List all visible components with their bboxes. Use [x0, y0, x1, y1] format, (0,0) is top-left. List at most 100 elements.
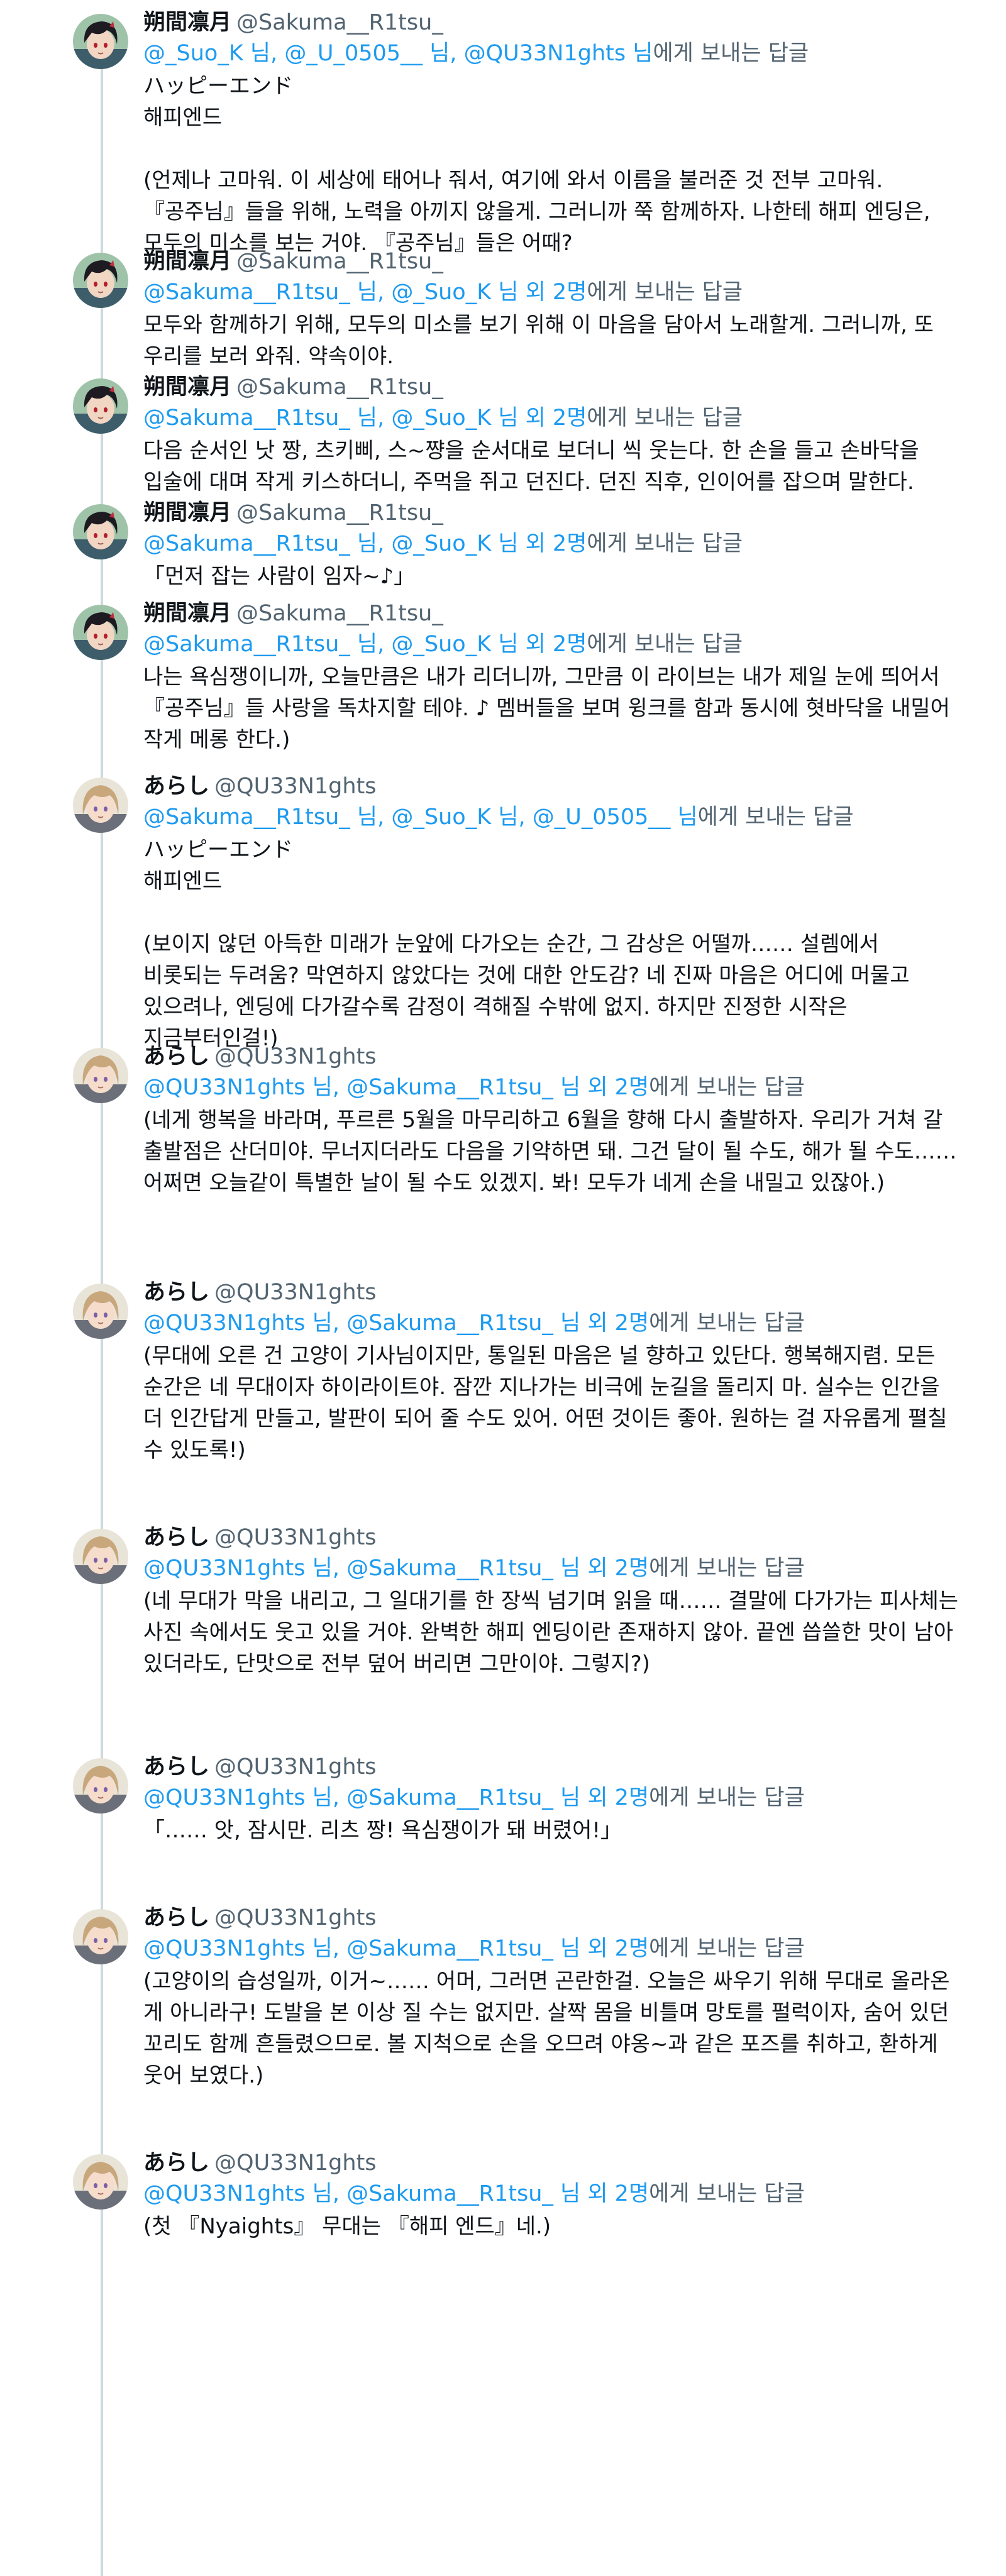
tweet-text: 「먼저 잡는 사람이 임자~♪」	[143, 564, 416, 589]
tweet-header: あらし @QU33N1ghts	[143, 1277, 961, 1307]
tweet-body: あらし @QU33N1ghts @Sakuma__R1tsu_ 님, @_Suo_…	[143, 771, 961, 1054]
display-name[interactable]: あらし	[143, 2150, 209, 2176]
reply-mentions[interactable]: @Sakuma__R1tsu_ 님, @_Suo_K 님 외 2명	[143, 632, 587, 657]
reply-mentions[interactable]: @Sakuma__R1tsu_ 님, @_Suo_K 님 외 2명	[143, 405, 587, 431]
reply-suffix: 에게 보내는 답글	[587, 531, 743, 556]
tweet-header: あらし @QU33N1ghts	[143, 1752, 961, 1782]
user-handle[interactable]: @QU33N1ghts	[214, 2150, 377, 2176]
user-handle[interactable]: @QU33N1ghts	[214, 1754, 377, 1780]
tweet-text: ハッピーエンド 해피엔드 (보이지 않던 아득한 미래가 눈앞에 다가오는 순간…	[143, 837, 910, 1051]
avatar[interactable]	[73, 778, 128, 833]
reply-suffix: 에게 보내는 답글	[649, 1556, 805, 1581]
tweet-body: あらし @QU33N1ghts @QU33N1ghts 님, @Sakuma__R…	[143, 2148, 961, 2242]
user-handle[interactable]: @QU33N1ghts	[214, 1044, 377, 1069]
display-name[interactable]: あらし	[143, 1044, 209, 1069]
user-handle[interactable]: @Sakuma__R1tsu_	[236, 10, 443, 35]
tweet-body: あらし @QU33N1ghts @QU33N1ghts 님, @Sakuma__R…	[143, 1042, 961, 1199]
avatar[interactable]	[73, 14, 128, 69]
display-name[interactable]: 朔間凛月	[143, 375, 231, 400]
tweet-text: 다음 순서인 낫 짱, 츠키삐, 스~쨩을 순서대로 보더니 씩 웃는다. 한 …	[143, 438, 926, 495]
avatar[interactable]	[73, 378, 128, 434]
user-handle[interactable]: @Sakuma__R1tsu_	[236, 249, 443, 274]
reply-suffix: 에게 보내는 답글	[649, 1785, 805, 1810]
reply-context: @_Suo_K 님, @_U_0505__ 님, @QU33N1ghts 님에게…	[143, 38, 961, 69]
reply-suffix: 에게 보내는 답글	[587, 632, 743, 657]
avatar[interactable]	[73, 605, 128, 660]
user-handle[interactable]: @Sakuma__R1tsu_	[236, 500, 443, 526]
avatar[interactable]	[73, 1529, 128, 1584]
avatar[interactable]	[73, 1758, 128, 1814]
reply-mentions[interactable]: @QU33N1ghts 님, @Sakuma__R1tsu_ 님 외 2명	[143, 1075, 649, 1100]
reply-suffix: 에게 보내는 답글	[587, 405, 743, 431]
reply-mentions[interactable]: @QU33N1ghts 님, @Sakuma__R1tsu_ 님 외 2명	[143, 1556, 649, 1581]
display-name[interactable]: 朔間凛月	[143, 500, 231, 526]
arashi-avatar-icon	[73, 1284, 128, 1339]
user-handle[interactable]: @Sakuma__R1tsu_	[236, 375, 443, 400]
arashi-avatar-icon	[73, 1048, 128, 1103]
display-name[interactable]: あらし	[143, 774, 209, 799]
reply-suffix: 에게 보내는 답글	[649, 1311, 805, 1336]
tweet-text: (무대에 오른 건 고양이 기사님이지만, 통일된 마음은 널 향하고 있단다.…	[143, 1343, 954, 1463]
reply-mentions[interactable]: @QU33N1ghts 님, @Sakuma__R1tsu_ 님 외 2명	[143, 1311, 649, 1336]
reply-context: @Sakuma__R1tsu_ 님, @_Suo_K 님 외 2명에게 보내는 …	[143, 629, 961, 660]
avatar[interactable]	[73, 1284, 128, 1339]
tweet-header: 朔間凛月 @Sakuma__R1tsu_	[143, 498, 961, 528]
avatar[interactable]	[73, 1909, 128, 1964]
user-handle[interactable]: @Sakuma__R1tsu_	[236, 601, 443, 626]
display-name[interactable]: あらし	[143, 1905, 209, 1930]
reply-mentions[interactable]: @QU33N1ghts 님, @Sakuma__R1tsu_ 님 외 2명	[143, 1936, 649, 1961]
tweet-text: ハッピーエンド 해피엔드 (언제나 고마워. 이 세상에 태어나 줘서, 여기에…	[143, 74, 931, 256]
display-name[interactable]: 朔間凛月	[143, 249, 231, 274]
reply-context: @QU33N1ghts 님, @Sakuma__R1tsu_ 님 외 2명에게 …	[143, 1307, 961, 1339]
reply-context: @QU33N1ghts 님, @Sakuma__R1tsu_ 님 외 2명에게 …	[143, 1553, 961, 1584]
tweet-header: あらし @QU33N1ghts	[143, 771, 961, 801]
user-handle[interactable]: @QU33N1ghts	[214, 1525, 377, 1550]
reply-mentions[interactable]: @Sakuma__R1tsu_ 님, @_Suo_K 님, @_U_0505__…	[143, 805, 698, 830]
avatar[interactable]	[73, 2154, 128, 2210]
display-name[interactable]: あらし	[143, 1754, 209, 1780]
display-name[interactable]: 朔間凛月	[143, 601, 231, 626]
arashi-avatar-icon	[73, 1529, 128, 1584]
reply-suffix: 에게 보내는 답글	[649, 1075, 805, 1100]
avatar[interactable]	[73, 1048, 128, 1103]
reply-suffix: 에게 보내는 답글	[653, 41, 809, 66]
reply-mentions[interactable]: @Sakuma__R1tsu_ 님, @_Suo_K 님 외 2명	[143, 531, 587, 556]
reply-suffix: 에게 보내는 답글	[587, 280, 743, 305]
arashi-avatar-icon	[73, 1758, 128, 1814]
reply-context: @QU33N1ghts 님, @Sakuma__R1tsu_ 님 외 2명에게 …	[143, 1072, 961, 1103]
user-handle[interactable]: @QU33N1ghts	[214, 1280, 377, 1305]
avatar[interactable]	[73, 504, 128, 559]
user-handle[interactable]: @QU33N1ghts	[214, 774, 377, 799]
avatar[interactable]	[73, 253, 128, 308]
tweet-header: あらし @QU33N1ghts	[143, 1903, 961, 1933]
tweet-header: 朔間凛月 @Sakuma__R1tsu_	[143, 598, 961, 629]
reply-context: @Sakuma__R1tsu_ 님, @_Suo_K 님 외 2명에게 보내는 …	[143, 402, 961, 434]
ritsu-avatar-icon	[73, 14, 128, 69]
reply-mentions[interactable]: @_Suo_K 님, @_U_0505__ 님, @QU33N1ghts 님	[143, 41, 653, 66]
tweet-text: (네 무대가 막을 내리고, 그 일대기를 한 장씩 넘기며 읽을 때…… 결말…	[143, 1588, 965, 1676]
reply-suffix: 에게 보내는 답글	[697, 805, 854, 830]
reply-suffix: 에게 보내는 답글	[649, 2181, 805, 2206]
reply-suffix: 에게 보내는 답글	[649, 1936, 805, 1961]
tweet-body: 朔間凛月 @Sakuma__R1tsu_ @_Suo_K 님, @_U_0505_…	[143, 8, 961, 259]
ritsu-avatar-icon	[73, 605, 128, 660]
user-handle[interactable]: @QU33N1ghts	[214, 1905, 377, 1930]
tweet-body: 朔間凛月 @Sakuma__R1tsu_ @Sakuma__R1tsu_ 님, @…	[143, 246, 961, 372]
arashi-avatar-icon	[73, 778, 128, 833]
display-name[interactable]: あらし	[143, 1525, 209, 1550]
reply-context: @Sakuma__R1tsu_ 님, @_Suo_K 님, @_U_0505__…	[143, 801, 961, 833]
tweet-text: 「…… 앗, 잠시만. 리츠 짱! 욕심쟁이가 돼 버렸어!」	[143, 1818, 622, 1843]
reply-context: @Sakuma__R1tsu_ 님, @_Suo_K 님 외 2명에게 보내는 …	[143, 528, 961, 559]
arashi-avatar-icon	[73, 1909, 128, 1964]
display-name[interactable]: 朔間凛月	[143, 10, 231, 35]
tweet-text: (첫 『Nyaights』 무대는 『해피 엔드』네.)	[143, 2214, 551, 2239]
tweet-header: 朔間凛月 @Sakuma__R1tsu_	[143, 372, 961, 402]
reply-mentions[interactable]: @QU33N1ghts 님, @Sakuma__R1tsu_ 님 외 2명	[143, 1785, 649, 1810]
reply-mentions[interactable]: @QU33N1ghts 님, @Sakuma__R1tsu_ 님 외 2명	[143, 2181, 649, 2206]
ritsu-avatar-icon	[73, 253, 128, 308]
display-name[interactable]: あらし	[143, 1280, 209, 1305]
reply-context: @Sakuma__R1tsu_ 님, @_Suo_K 님 외 2명에게 보내는 …	[143, 277, 961, 308]
tweet-text: 나는 욕심쟁이니까, 오늘만큼은 내가 리더니까, 그만큼 이 라이브는 내가 …	[143, 664, 957, 752]
reply-mentions[interactable]: @Sakuma__R1tsu_ 님, @_Suo_K 님 외 2명	[143, 280, 587, 305]
tweet-text: (네게 행복을 바라며, 푸르른 5월을 마무리하고 6월을 향해 다시 출발하…	[143, 1108, 964, 1196]
